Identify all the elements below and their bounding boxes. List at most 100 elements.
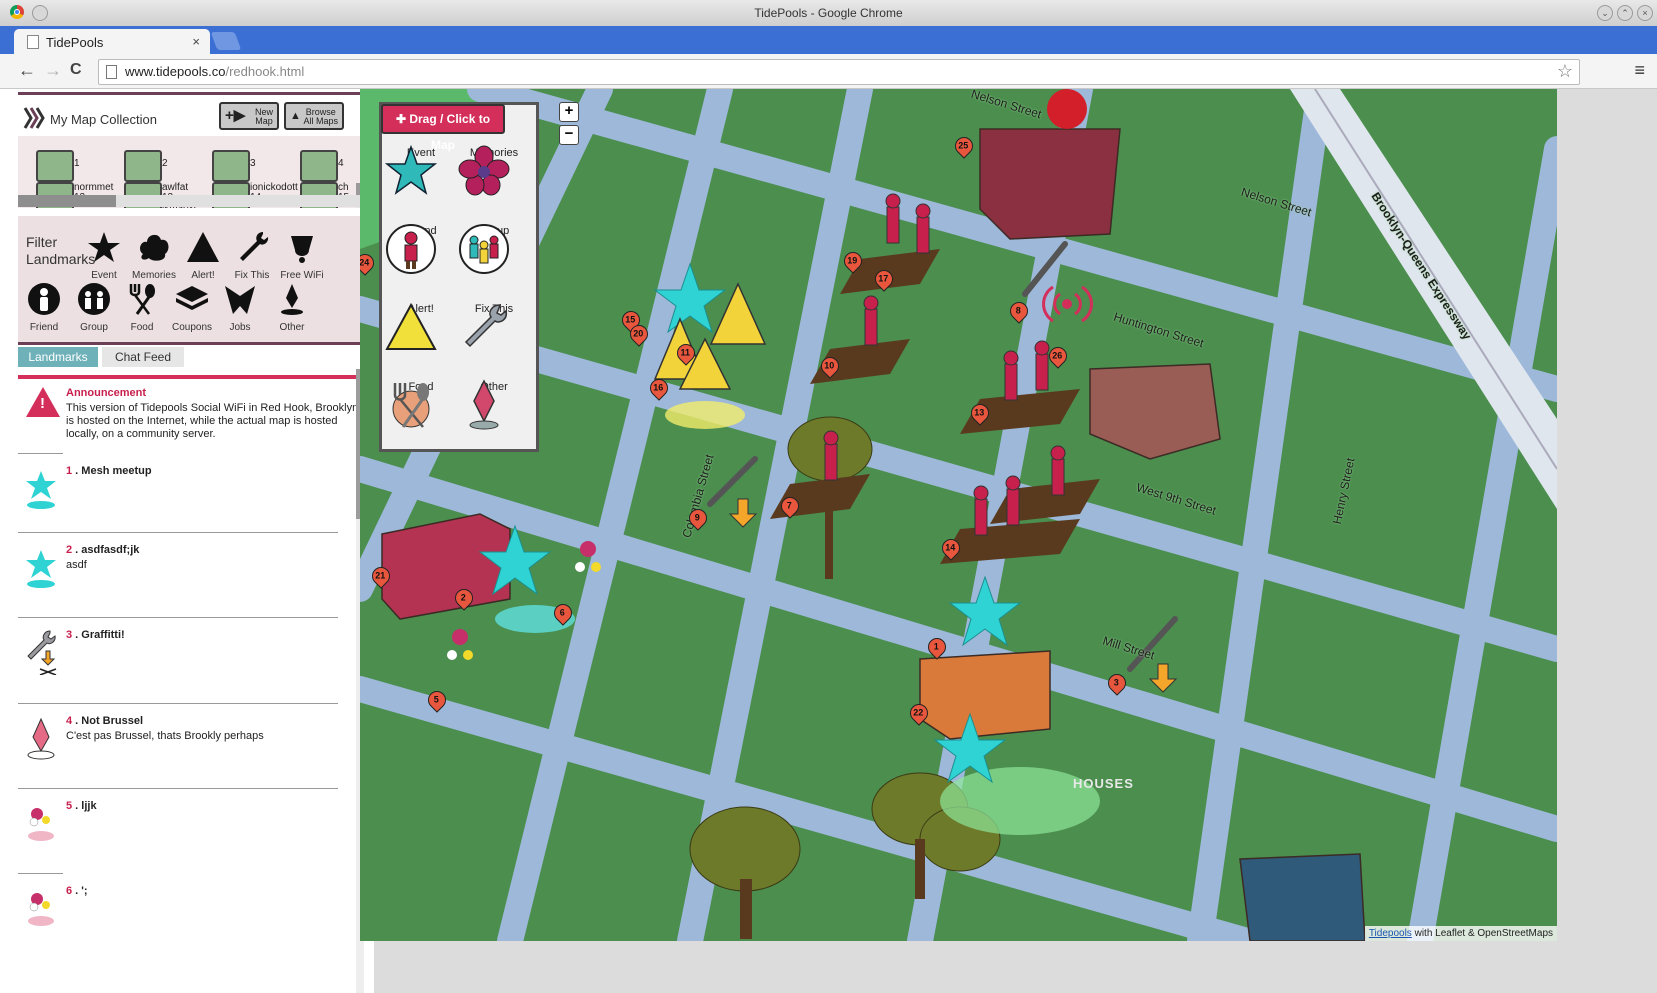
map-list-horizontal-scrollbar[interactable]: [18, 195, 364, 207]
crystal-icon: [27, 717, 55, 760]
address-bar[interactable]: www.tidepools.co/redhook.html ☆: [98, 59, 1580, 85]
map-thumbnail-icon: [124, 150, 162, 182]
palette-food[interactable]: Food: [385, 379, 457, 428]
alert-icon: [385, 302, 437, 350]
chrome-menu-icon[interactable]: ≡: [1634, 60, 1645, 81]
map-thumbnail-icon: [36, 150, 74, 182]
new-map-icon: +▶: [225, 107, 246, 124]
map-thumbnail-icon: [300, 150, 338, 182]
jobs-icon: [225, 286, 255, 314]
filter-caption: Coupons: [171, 322, 213, 333]
landmark-desc: C'est pas Brussel, thats Brookly perhaps: [66, 730, 264, 742]
map-roads: [360, 89, 1557, 941]
new-tab-button[interactable]: [210, 32, 242, 50]
filter-friend[interactable]: Friend: [22, 282, 66, 333]
drag-click-to-map-button[interactable]: ✚ Drag / Click to Map: [381, 104, 505, 152]
forward-icon[interactable]: →: [44, 60, 62, 81]
item-separator: [18, 873, 63, 874]
window-title: TidePools - Google Chrome: [754, 6, 903, 20]
filter-caption: Jobs: [229, 322, 251, 333]
new-map-button[interactable]: +▶ New Map: [219, 102, 279, 130]
item-separator: [18, 532, 338, 533]
filter-memories[interactable]: Memories: [132, 230, 176, 281]
alert-icon: [187, 232, 219, 262]
tab-landmarks[interactable]: Landmarks: [18, 347, 98, 367]
sidebar-top-rule: [18, 92, 364, 95]
zoom-in-button[interactable]: +: [559, 102, 579, 122]
window-titlebar: TidePools - Google Chrome ⌄ ⌃ ×: [0, 0, 1657, 27]
browser-tab-tidepools[interactable]: TidePools ×: [14, 29, 210, 54]
map-number: 4: [338, 158, 344, 169]
flower-icon: [458, 145, 510, 196]
filter-alert[interactable]: Alert!: [181, 230, 225, 281]
landmark-item[interactable]: 6 . ';: [18, 873, 364, 959]
back-icon[interactable]: ←: [18, 60, 36, 81]
filter-event[interactable]: Event: [82, 230, 126, 281]
zoom-control: + −: [559, 102, 579, 148]
palette-friend[interactable]: Friend: [385, 223, 457, 274]
url-text[interactable]: www.tidepools.co/redhook.html: [125, 64, 304, 79]
houses-label: HOUSES: [1073, 776, 1134, 791]
filter-landmarks-panel: Filter Landmarks Event Memories Alert! Fi…: [18, 216, 364, 345]
food-icon: [392, 383, 430, 428]
palette-alert[interactable]: Alert!: [385, 301, 457, 350]
item-separator: [18, 703, 338, 704]
browse-all-maps-button[interactable]: ▲ Browse All Maps: [284, 102, 344, 130]
item-separator: [18, 453, 63, 454]
filter-jobs[interactable]: Jobs: [218, 282, 262, 333]
minimize-icon[interactable]: ⌄: [1597, 5, 1613, 21]
maximize-icon[interactable]: ⌃: [1617, 5, 1633, 21]
announcement: Announcement This version of Tidepools S…: [18, 385, 364, 455]
landmark-item[interactable]: 3 . Graffitti!: [18, 617, 364, 703]
map-number: 2: [162, 158, 168, 169]
filter-coupons[interactable]: Coupons: [170, 282, 214, 333]
filter-caption: Free WiFi: [280, 270, 324, 281]
scrollbar-thumb[interactable]: [18, 195, 116, 207]
star-icon: [88, 232, 120, 262]
landmark-item[interactable]: 5 . ljjk: [18, 788, 364, 874]
group-icon: [78, 283, 110, 315]
coupons-icon: [176, 286, 208, 310]
feed-rule: [18, 375, 364, 379]
reload-icon[interactable]: C: [70, 61, 82, 79]
tab-close-icon[interactable]: ×: [192, 34, 200, 49]
filter-other[interactable]: Other: [270, 282, 314, 333]
event-star-icon: [26, 550, 56, 588]
announcement-body: This version of Tidepools Social WiFi in…: [66, 402, 359, 440]
group-icon: [459, 224, 509, 274]
filter-free-wifi[interactable]: Free WiFi: [280, 230, 324, 281]
food-icon: [129, 284, 155, 315]
landmark-title: 6 . ';: [66, 885, 88, 897]
flower-icon: [28, 893, 54, 926]
zoom-out-button[interactable]: −: [559, 125, 579, 145]
filter-food[interactable]: Food: [120, 282, 164, 333]
flower-icon: [28, 808, 54, 841]
filter-caption: Event: [91, 270, 117, 281]
page-icon: [106, 65, 117, 79]
palette-other[interactable]: Other: [458, 379, 530, 430]
palette-group[interactable]: Group: [458, 223, 530, 274]
landmark-item[interactable]: 2 . asdfasdf;jk asdf: [18, 532, 364, 618]
filter-caption: Food: [130, 322, 154, 333]
wrench-icon: [27, 630, 57, 675]
landmark-item[interactable]: 1 . Mesh meetup: [18, 453, 364, 539]
palette-fix-this[interactable]: Fix This: [458, 301, 530, 348]
bookmark-star-icon[interactable]: ☆: [1557, 61, 1573, 82]
filter-fix-this[interactable]: Fix This: [230, 230, 274, 281]
landmark-item[interactable]: 4 . Not Brussel C'est pas Brussel, thats…: [18, 703, 364, 789]
landmark-title: 1 . Mesh meetup: [66, 465, 152, 477]
tidepools-link[interactable]: Tidepools: [1369, 928, 1412, 939]
tab-chat-feed[interactable]: Chat Feed: [102, 347, 184, 367]
map-collection-header: My Map Collection +▶ New Map ▲ Browse All …: [18, 98, 364, 134]
filter-group[interactable]: Group: [72, 282, 116, 333]
alert-icon: [26, 387, 60, 417]
close-window-icon[interactable]: ×: [1637, 5, 1653, 21]
map-canvas[interactable]: Nelson Street Nelson Street Huntington S…: [360, 89, 1557, 941]
filter-caption: Fix This: [234, 270, 270, 281]
announcement-title: Announcement: [66, 387, 147, 399]
palette-memories[interactable]: Memories: [458, 145, 530, 196]
palette-event[interactable]: Event: [385, 145, 457, 195]
landmark-title: 5 . ljjk: [66, 800, 97, 812]
filter-caption: Other: [279, 322, 305, 333]
item-separator: [18, 788, 338, 789]
